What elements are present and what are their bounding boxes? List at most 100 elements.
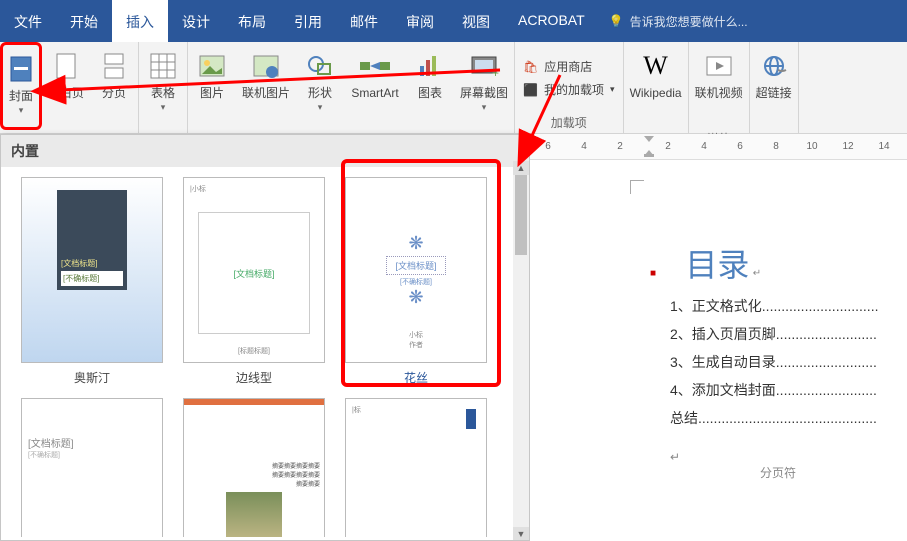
gallery-caption: 花丝 [404, 369, 428, 386]
wikipedia-icon: W [643, 46, 668, 86]
cover-page-button[interactable]: 封面 ▾ [0, 42, 42, 130]
shapes-button[interactable]: 形状 ▾ [296, 42, 344, 130]
cover-preview: 摘要摘要摘要摘要摘要摘要摘要摘要摘要摘要 [文档标题] [标题副标] [183, 398, 325, 537]
scrollbar-thumb[interactable] [515, 175, 527, 255]
screenshot-button[interactable]: + 屏幕截图 ▾ [454, 42, 514, 130]
indent-marker-icon[interactable] [644, 136, 654, 156]
page-break-icon [103, 46, 125, 86]
chevron-down-icon: ▾ [161, 102, 166, 113]
group-addins-label: 加载项 [515, 114, 623, 133]
lightbulb-icon: 💡 [609, 14, 624, 28]
toc-line: 2、插入页眉页脚.......................... [670, 324, 887, 344]
shapes-icon [306, 46, 334, 86]
toc-line: 1、正文格式化.............................. [670, 296, 887, 316]
toc-line: 3、生成自动目录.......................... [670, 352, 887, 372]
chevron-down-icon: ▾ [19, 105, 24, 116]
toc-line: 4、添加文档封面.......................... [670, 380, 887, 400]
tab-review[interactable]: 审阅 [392, 0, 448, 42]
store-button[interactable]: 🛍 应用商店 [523, 58, 615, 75]
store-icon: 🛍 [523, 60, 538, 74]
page-break-indicator: 分页符 [760, 464, 887, 481]
tab-references[interactable]: 引用 [280, 0, 336, 42]
scroll-up-icon[interactable]: ▲ [513, 161, 529, 175]
gallery-item-grid[interactable]: 摘要摘要摘要摘要摘要摘要摘要摘要摘要摘要 [文档标题] [标题副标] [173, 398, 335, 537]
picture-icon [198, 46, 226, 86]
gallery-item-motion[interactable]: |标 [文档标题] [标题副标] [335, 398, 497, 537]
gallery-scrollbar[interactable]: ▲ ▼ [513, 161, 529, 541]
page-break-button[interactable]: 分页 [90, 42, 138, 130]
tab-design[interactable]: 设计 [168, 0, 224, 42]
online-pictures-button[interactable]: 联机图片 [236, 42, 296, 130]
gallery-caption: 奥斯汀 [74, 369, 110, 386]
toc-line: 总结......................................… [670, 408, 887, 428]
landscape-image-icon [226, 492, 282, 537]
ruler-tick: 4 [692, 141, 716, 152]
preview-subtitle: [不确标题] [400, 277, 432, 287]
gallery-item-silk[interactable]: ❋ [文档标题] [不确标题] ❋ 小标作者 花丝 [335, 177, 497, 386]
cover-preview: [文档标题] [不确标题] [21, 177, 163, 363]
my-addins-label: 我的加载项 [544, 81, 604, 98]
horizontal-ruler[interactable]: 6 4 2 2 4 6 8 10 12 14 16 [530, 134, 907, 160]
ruler-tick: 4 [572, 141, 596, 152]
tell-me-search[interactable]: 💡 告诉我您想要做什么... [599, 0, 758, 42]
document-page[interactable]: ■ 目录 ↵ 1、正文格式化..........................… [530, 160, 907, 541]
ornament-icon: ❋ [408, 287, 423, 308]
ruler-tick: 6 [728, 141, 752, 152]
gallery-item-austin[interactable]: [文档标题] [不确标题] 奥斯汀 [11, 177, 173, 386]
scroll-down-icon[interactable]: ▼ [513, 527, 529, 541]
gallery-caption: 边线型 [236, 369, 272, 386]
ruler-tick: 12 [836, 141, 860, 152]
blank-page-label: 空白页 [48, 86, 84, 100]
chart-icon [418, 46, 442, 86]
smartart-button[interactable]: SmartArt [344, 42, 406, 130]
gallery-item-facet[interactable]: [文档标题] [不确标题] [11, 398, 173, 537]
cover-page-gallery: 内置 [文档标题] [不确标题] 奥斯汀 |小标 [文档标题] [标题标题] 边… [0, 134, 530, 541]
online-video-button[interactable]: 联机视频 [689, 42, 749, 130]
cover-preview: [文档标题] [不确标题] [21, 398, 163, 537]
preview-subtitle: [不确标题] [28, 450, 60, 460]
chevron-down-icon: ▾ [482, 102, 487, 113]
chevron-down-icon: ▾ [610, 84, 615, 95]
ruler-tick: 8 [764, 141, 788, 152]
blank-page-icon [55, 46, 77, 86]
page-margin-corner [630, 180, 644, 194]
chart-button[interactable]: 图表 [406, 42, 454, 130]
cover-page-label: 封面 [9, 89, 33, 103]
ruler-tick: 14 [872, 141, 896, 152]
hyperlink-button[interactable]: 超链接 [750, 42, 798, 130]
tab-insert[interactable]: 插入 [112, 0, 168, 42]
online-pictures-label: 联机图片 [242, 86, 290, 100]
smartart-icon [360, 46, 390, 86]
preview-subtitle: [不确标题] [61, 271, 123, 286]
pictures-button[interactable]: 图片 [188, 42, 236, 130]
table-button[interactable]: 表格 ▾ [139, 42, 187, 130]
shapes-label: 形状 [308, 86, 332, 100]
tab-layout[interactable]: 布局 [224, 0, 280, 42]
hyperlink-label: 超链接 [756, 86, 792, 100]
smartart-label: SmartArt [351, 86, 398, 100]
preview-title: [文档标题] [61, 258, 123, 269]
blank-page-button[interactable]: 空白页 [42, 42, 90, 130]
tab-file[interactable]: 文件 [0, 0, 56, 42]
online-video-label: 联机视频 [695, 86, 743, 100]
toc-field-marker: ■ [650, 268, 656, 279]
ruler-tick: 2 [656, 141, 680, 152]
online-pictures-icon [252, 46, 280, 86]
ornament-icon: ❋ [408, 233, 423, 254]
screenshot-label: 屏幕截图 [460, 86, 508, 100]
cover-preview: |小标 [文档标题] [标题标题] [183, 177, 325, 363]
wikipedia-button[interactable]: W Wikipedia [624, 42, 688, 130]
tab-view[interactable]: 视图 [448, 0, 504, 42]
tab-home[interactable]: 开始 [56, 0, 112, 42]
ruler-tick: 2 [608, 141, 632, 152]
gallery-item-sideline[interactable]: |小标 [文档标题] [标题标题] 边线型 [173, 177, 335, 386]
my-addins-button[interactable]: ⬛ 我的加载项 ▾ [523, 81, 615, 98]
cover-preview: ❋ [文档标题] [不确标题] ❋ 小标作者 [345, 177, 487, 363]
gallery-grid: [文档标题] [不确标题] 奥斯汀 |小标 [文档标题] [标题标题] 边线型 … [1, 167, 529, 537]
tab-acrobat[interactable]: ACROBAT [504, 0, 599, 42]
table-label: 表格 [151, 86, 175, 100]
document-area: 6 4 2 2 4 6 8 10 12 14 16 ■ 目录 ↵ 1、正文格式化… [530, 134, 907, 541]
tell-me-label: 告诉我您想要做什么... [630, 13, 748, 30]
tab-mailings[interactable]: 邮件 [336, 0, 392, 42]
toc-title: 目录 [685, 247, 749, 283]
